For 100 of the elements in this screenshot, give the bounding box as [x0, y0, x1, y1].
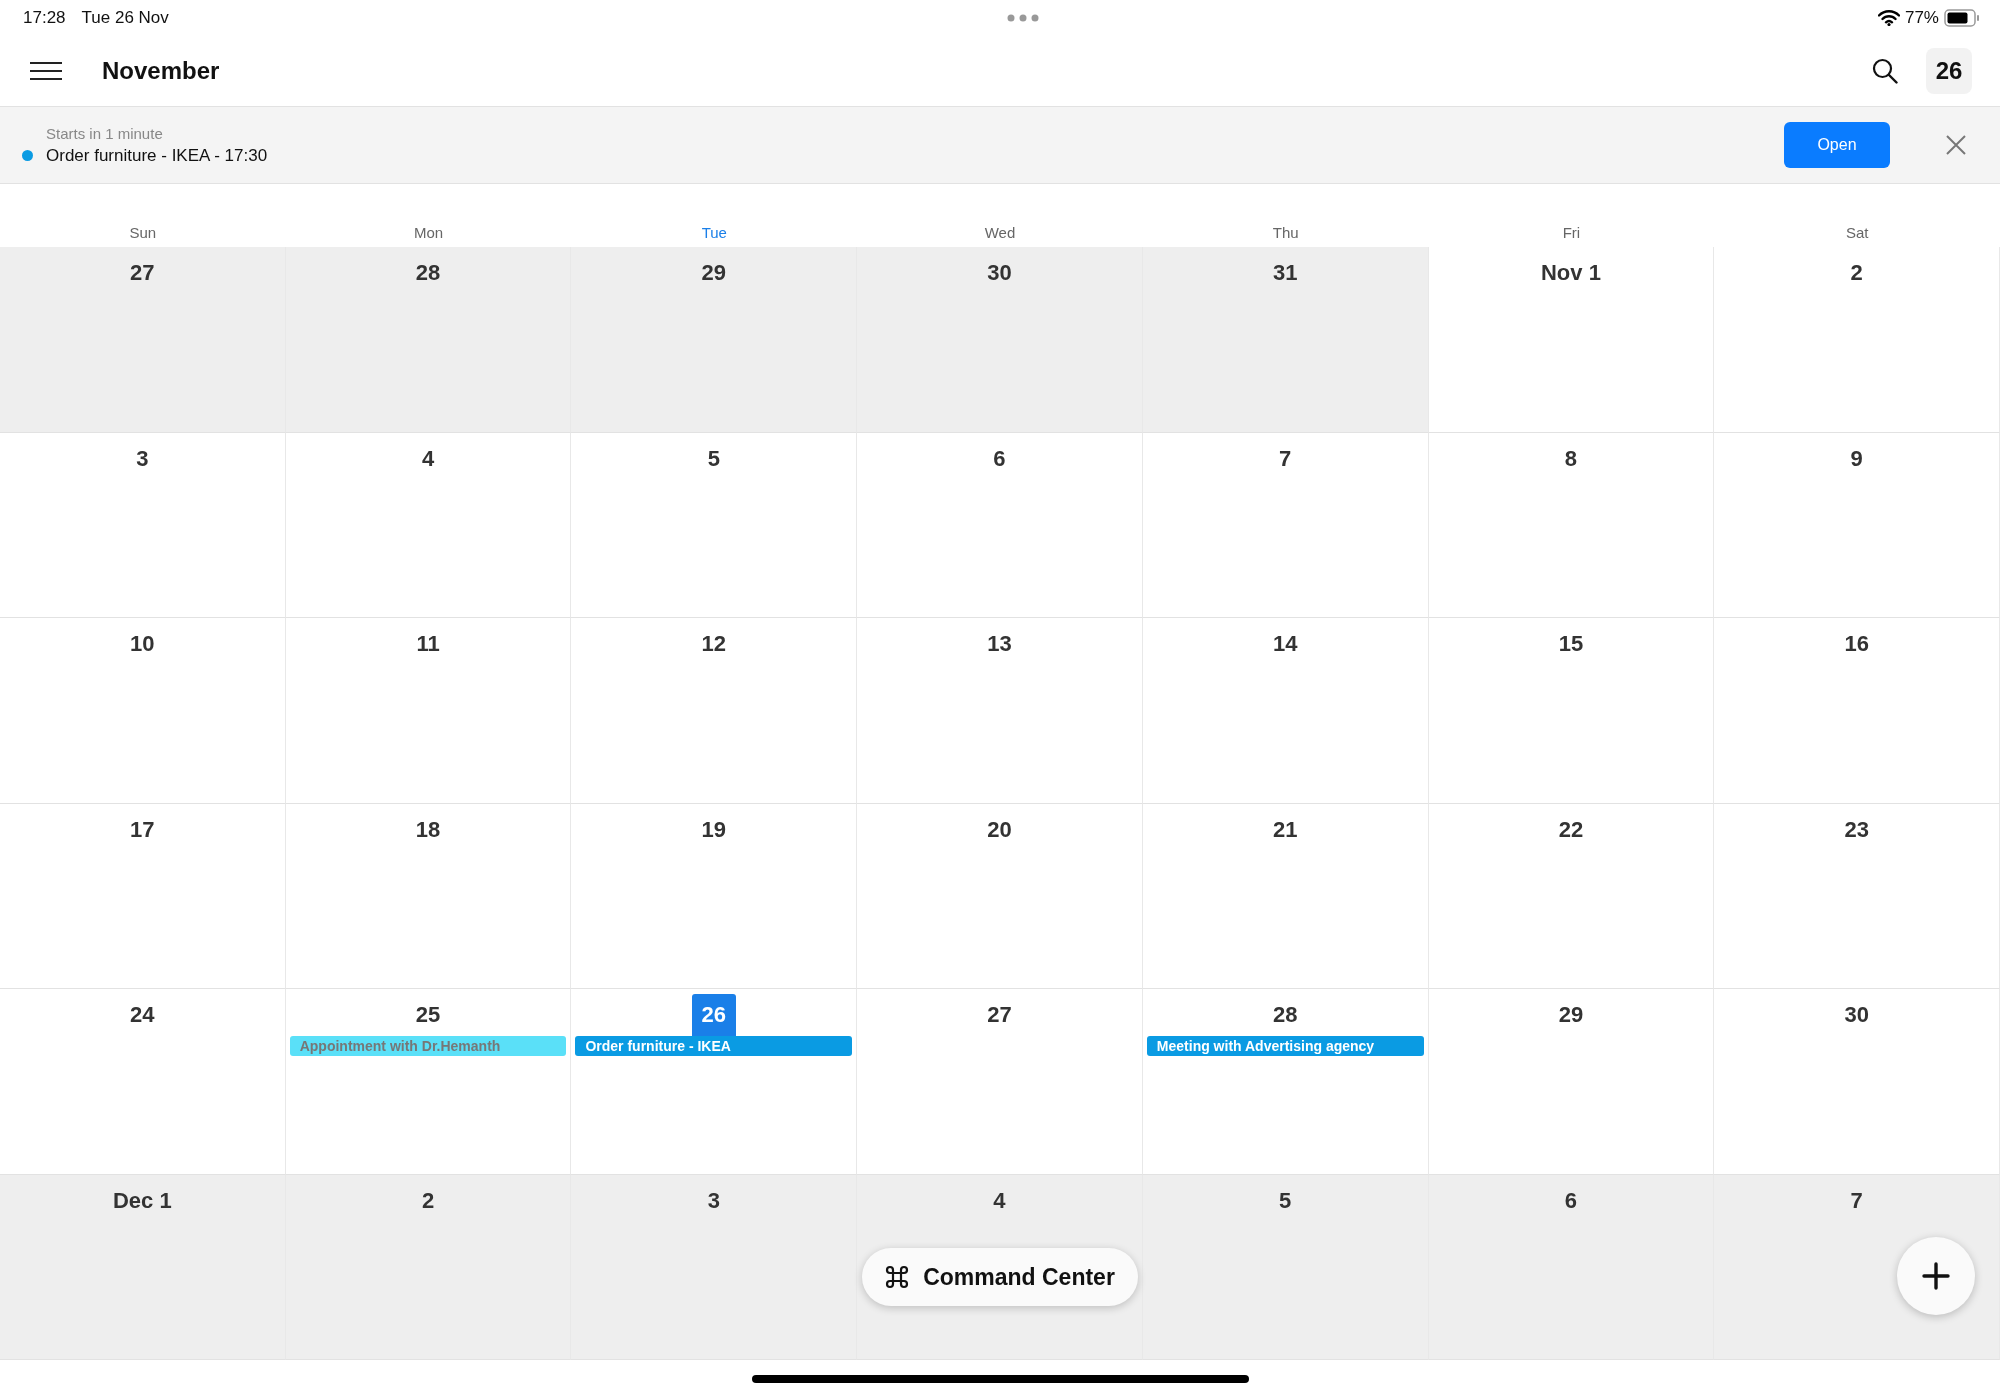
- day-number: 10: [129, 630, 156, 658]
- weekday-label: Fri: [1562, 224, 1581, 243]
- day-number: 3: [706, 1186, 721, 1215]
- day-cell[interactable]: 11: [285, 618, 572, 804]
- day-cell[interactable]: 14: [1142, 618, 1429, 804]
- day-cell[interactable]: 27: [857, 989, 1143, 1175]
- plus-icon: [1922, 1262, 1950, 1290]
- day-cell[interactable]: 18: [285, 803, 572, 989]
- day-cell[interactable]: 25 Appointment with Dr.Hemanth: [285, 989, 572, 1175]
- day-cell[interactable]: 5: [1142, 1174, 1429, 1360]
- day-cell[interactable]: 30: [1714, 989, 2000, 1175]
- day-cell[interactable]: 22: [1428, 803, 1715, 989]
- day-number: 7: [1849, 1186, 1864, 1215]
- battery-icon: [1944, 9, 1980, 27]
- day-number: 6: [992, 444, 1007, 473]
- day-cell[interactable]: 3: [0, 432, 286, 618]
- close-icon[interactable]: [1946, 135, 1966, 155]
- day-cell[interactable]: 4: [285, 432, 572, 618]
- day-number: 31: [1271, 259, 1299, 287]
- banner-event-title: Order furniture - IKEA - 17:30: [46, 145, 268, 166]
- multitasking-dots-icon[interactable]: [1007, 14, 1040, 22]
- day-cell[interactable]: 23: [1714, 803, 2000, 989]
- day-cell[interactable]: 2: [285, 1174, 572, 1360]
- day-cell[interactable]: 28 Meeting with Advertising agency: [1142, 989, 1429, 1175]
- day-number: 28: [414, 259, 442, 287]
- day-number: 11: [415, 630, 441, 658]
- day-cell[interactable]: 15: [1428, 618, 1715, 804]
- day-number: 9: [1849, 444, 1864, 473]
- day-cell[interactable]: Dec 1: [0, 1174, 286, 1360]
- day-cell[interactable]: 6: [1428, 1174, 1715, 1360]
- day-cell[interactable]: 31: [1142, 247, 1429, 433]
- day-number: 30: [1843, 1001, 1870, 1029]
- day-number: 5: [1278, 1186, 1293, 1215]
- day-number: Nov 1: [1539, 259, 1602, 287]
- day-cell[interactable]: 10: [0, 618, 286, 804]
- day-number: 5: [706, 444, 721, 473]
- day-cell[interactable]: 20: [857, 803, 1143, 989]
- day-number: 2: [420, 1186, 436, 1215]
- day-cell[interactable]: 28: [285, 247, 572, 433]
- day-number: 27: [986, 1001, 1013, 1029]
- day-cell[interactable]: 17: [0, 803, 286, 989]
- weekday-label: Sat: [1845, 224, 1869, 243]
- status-time: 17:28: [23, 8, 66, 28]
- search-icon[interactable]: [1872, 58, 1898, 84]
- day-number: 22: [1557, 815, 1585, 844]
- weekday-label: Thu: [1272, 224, 1299, 243]
- day-number: 18: [414, 815, 442, 844]
- wifi-icon: [1877, 10, 1900, 26]
- day-cell[interactable]: 26 Order furniture - IKEA: [571, 989, 858, 1175]
- day-number: 2: [1849, 259, 1864, 287]
- menu-icon[interactable]: [30, 62, 62, 80]
- day-cell[interactable]: 3: [571, 1174, 858, 1360]
- day-cell[interactable]: 7: [1142, 432, 1429, 618]
- day-cell[interactable]: 9: [1714, 432, 2000, 618]
- day-number: 15: [1557, 630, 1585, 658]
- weekday-label: Wed: [984, 224, 1016, 243]
- day-number: 16: [1843, 630, 1870, 658]
- day-cell[interactable]: 7: [1714, 1174, 2000, 1360]
- day-cell[interactable]: 12: [571, 618, 858, 804]
- day-number: 4: [992, 1186, 1007, 1215]
- day-number: 4: [420, 444, 436, 473]
- banner-subtitle: Starts in 1 minute: [46, 124, 164, 142]
- day-number: 21: [1271, 815, 1299, 844]
- day-number: 17: [129, 815, 156, 844]
- day-number: 25: [414, 1001, 442, 1029]
- weekday-label: Sun: [129, 224, 157, 243]
- day-cell[interactable]: 5: [571, 432, 858, 618]
- day-cell[interactable]: 6: [857, 432, 1143, 618]
- day-cell[interactable]: 16: [1714, 618, 2000, 804]
- day-cell[interactable]: 27: [0, 247, 286, 433]
- day-number: 24: [129, 1001, 156, 1029]
- weekday-label: Tue: [701, 224, 727, 243]
- day-number: 20: [986, 815, 1013, 844]
- day-cell[interactable]: 2: [1714, 247, 2000, 433]
- day-number: 8: [1563, 444, 1579, 473]
- day-cell[interactable]: 24: [0, 989, 286, 1175]
- open-button[interactable]: Open: [1784, 122, 1890, 168]
- month-title: November: [102, 57, 220, 85]
- day-cell[interactable]: 29: [571, 247, 858, 433]
- day-number: 12: [700, 630, 727, 658]
- today-button[interactable]: 26: [1926, 48, 1972, 94]
- day-number: 19: [700, 815, 727, 844]
- day-cell[interactable]: 8: [1428, 432, 1715, 618]
- day-number: 14: [1271, 630, 1299, 658]
- day-cell[interactable]: Nov 1: [1428, 247, 1715, 433]
- day-cell[interactable]: 21: [1142, 803, 1429, 989]
- day-cell[interactable]: 30: [857, 247, 1143, 433]
- day-cell[interactable]: 19: [571, 803, 858, 989]
- day-number: 28: [1271, 1001, 1299, 1029]
- day-cell[interactable]: 13: [857, 618, 1143, 804]
- status-date: Tue 26 Nov: [81, 8, 169, 28]
- day-number: 7: [1278, 444, 1293, 473]
- day-number: 29: [700, 259, 727, 287]
- day-number: Dec 1: [112, 1186, 173, 1215]
- day-number: 27: [129, 259, 156, 287]
- day-number: 30: [986, 259, 1013, 287]
- day-number: 29: [1557, 1001, 1585, 1029]
- day-cell[interactable]: 29: [1428, 989, 1715, 1175]
- command-center-button[interactable]: Command Center: [862, 1248, 1138, 1306]
- day-number: 26: [691, 994, 736, 1036]
